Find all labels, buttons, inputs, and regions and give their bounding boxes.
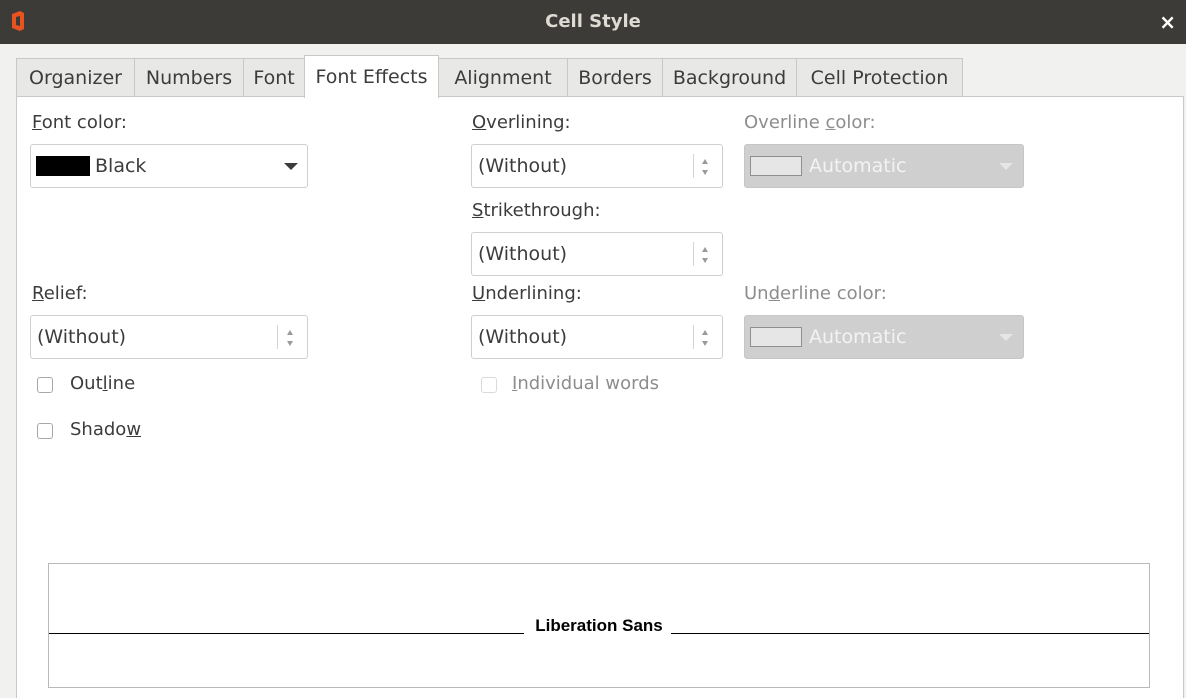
overlining-value: (Without)	[478, 155, 568, 177]
spin-arrows-icon	[702, 159, 708, 175]
outline-label: Outline	[70, 373, 136, 394]
underline-color-label: Underline color:	[744, 283, 887, 304]
underlining-label: Underlining:	[472, 283, 582, 304]
underlining-value: (Without)	[478, 326, 568, 348]
relief-value: (Without)	[37, 326, 127, 348]
chevron-down-icon	[999, 163, 1013, 170]
font-color-dropdown[interactable]: Black	[30, 144, 308, 188]
overline-color-swatch	[750, 156, 802, 176]
outline-checkbox[interactable]	[37, 377, 53, 393]
overlining-select[interactable]: (Without)	[471, 144, 723, 188]
window-title: Cell Style	[545, 11, 641, 32]
overline-color-label: Overline color:	[744, 112, 876, 133]
tab-font-effects[interactable]: Font Effects	[304, 55, 439, 98]
underline-color-swatch	[750, 327, 802, 347]
strikethrough-value: (Without)	[478, 243, 568, 265]
underline-color-value: Automatic	[809, 326, 907, 348]
strikethrough-select[interactable]: (Without)	[471, 232, 723, 276]
spin-arrows-icon	[702, 247, 708, 263]
tab-borders[interactable]: Borders	[567, 58, 663, 96]
spin-arrows-icon	[287, 330, 293, 346]
overlining-separator	[693, 154, 694, 178]
font-color-value: Black	[95, 155, 147, 177]
tab-cell-protection[interactable]: Cell Protection	[796, 58, 963, 96]
overline-color-value: Automatic	[809, 155, 907, 177]
underlining-separator	[693, 325, 694, 349]
relief-select[interactable]: (Without)	[30, 315, 308, 359]
font-color-label: Font color:	[32, 112, 127, 133]
title-bar: Cell Style ×	[0, 0, 1186, 44]
tab-numbers[interactable]: Numbers	[134, 58, 244, 96]
individual-words-checkbox[interactable]	[481, 377, 497, 393]
underlining-select[interactable]: (Without)	[471, 315, 723, 359]
shadow-label: Shadow	[70, 419, 142, 440]
underline-color-dropdown[interactable]: Automatic	[744, 315, 1024, 359]
strikethrough-separator	[693, 242, 694, 266]
chevron-down-icon	[999, 334, 1013, 341]
tab-font[interactable]: Font	[243, 58, 305, 96]
tab-background[interactable]: Background	[662, 58, 797, 96]
individual-words-label: Individual words	[512, 373, 660, 394]
preview-baseline-right	[671, 633, 1149, 634]
shadow-checkbox[interactable]	[37, 423, 53, 439]
relief-separator	[277, 325, 278, 349]
spin-arrows-icon	[702, 330, 708, 346]
relief-label: Relief:	[32, 283, 88, 304]
preview-box: Liberation Sans	[48, 563, 1150, 688]
font-color-swatch	[36, 156, 90, 176]
overlining-label: Overlining:	[472, 112, 571, 133]
chevron-down-icon	[284, 163, 298, 170]
tab-alignment[interactable]: Alignment	[438, 58, 568, 96]
close-button[interactable]: ×	[1159, 0, 1176, 44]
tab-organizer[interactable]: Organizer	[16, 58, 135, 96]
overline-color-dropdown[interactable]: Automatic	[744, 144, 1024, 188]
strikethrough-label: Strikethrough:	[472, 200, 601, 221]
